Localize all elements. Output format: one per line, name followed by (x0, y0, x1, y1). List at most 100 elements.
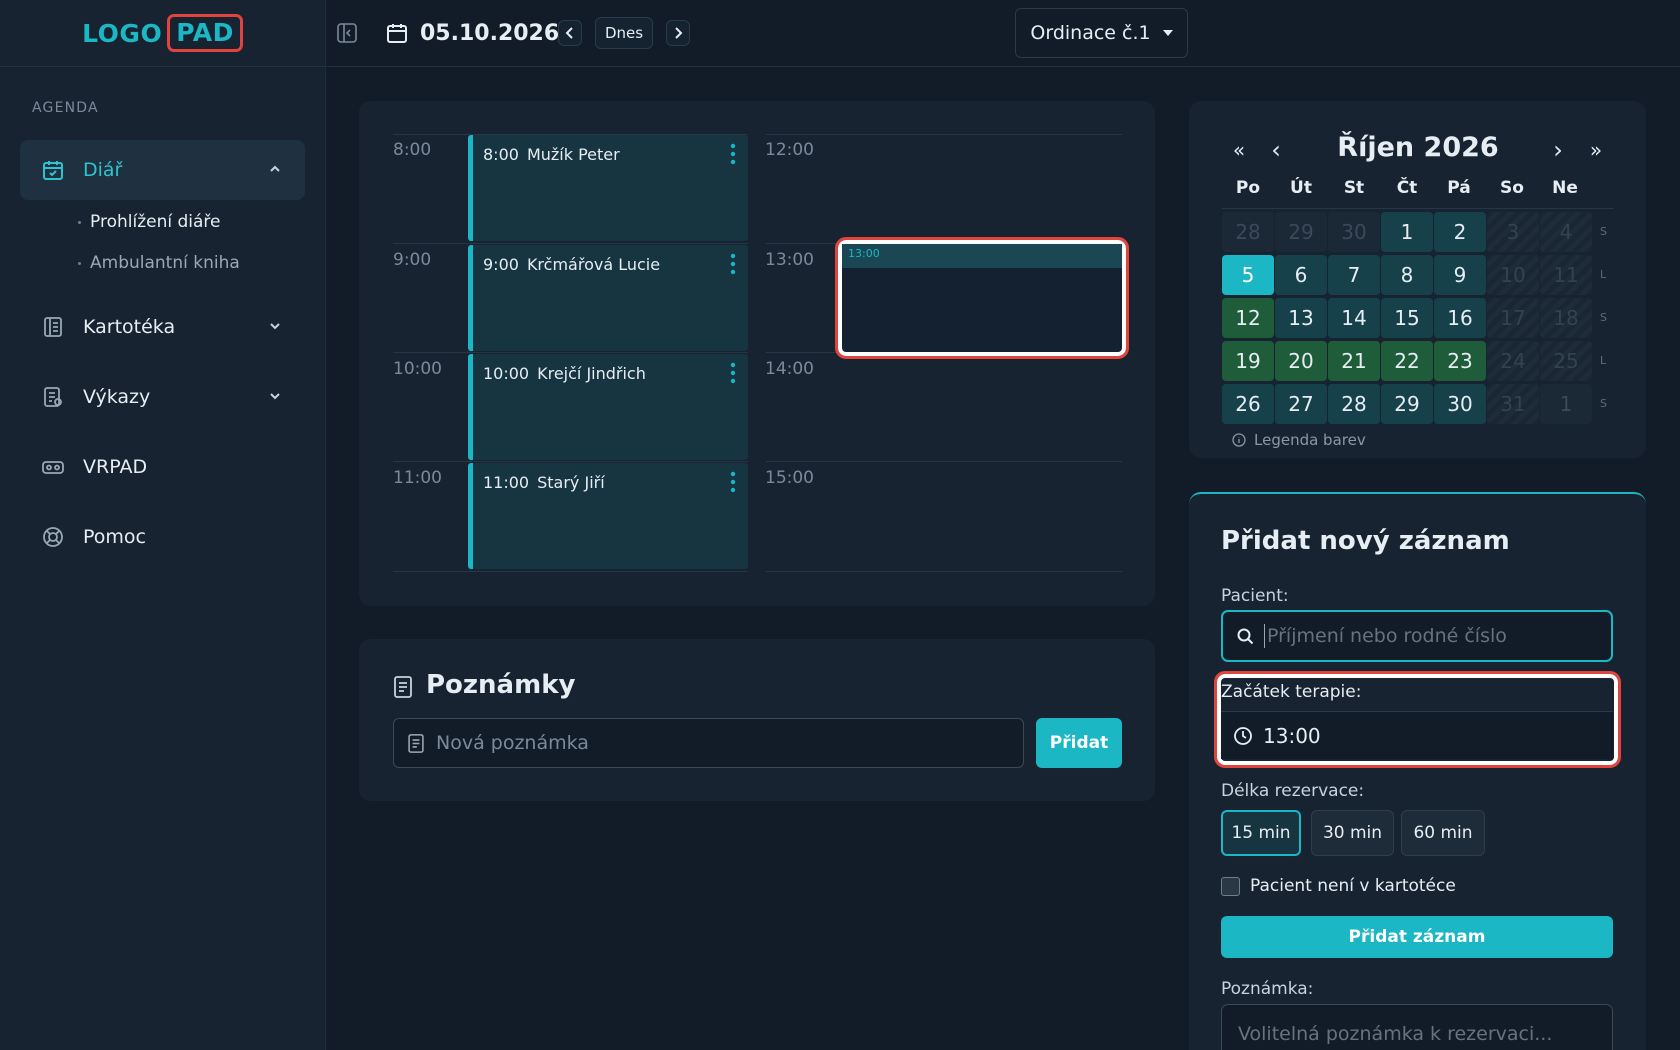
calendar-day[interactable]: 23 (1434, 341, 1486, 381)
prev-year-button[interactable]: « (1227, 137, 1251, 163)
calendar-day[interactable]: 12 (1222, 298, 1274, 338)
slot-divider (766, 571, 1122, 572)
calendar-day[interactable]: 28 (1222, 212, 1274, 252)
calendar-day[interactable]: 11 (1540, 255, 1592, 295)
appointment-card[interactable]: 9:00 Krčmářová Lucie (468, 245, 748, 351)
slot-divider (393, 243, 748, 244)
calendar-day[interactable]: 15 (1381, 298, 1433, 338)
add-record-button[interactable]: Přidat záznam (1221, 916, 1613, 958)
calendar-day[interactable]: 24 (1487, 341, 1539, 381)
start-time-input[interactable]: 13:00 (1221, 711, 1613, 759)
calendar-day[interactable]: 1 (1381, 212, 1433, 252)
sidebar-section-label: AGENDA (32, 100, 99, 116)
patient-label: Pacient: (1221, 586, 1289, 606)
calendar-icon[interactable] (382, 18, 412, 48)
selected-slot-bar (842, 244, 1122, 268)
calendar-day[interactable]: 21 (1328, 341, 1380, 381)
today-button[interactable]: Dnes (595, 17, 653, 49)
week-parity: S (1600, 311, 1607, 324)
appointment-patient: Mužík Peter (526, 145, 620, 164)
reservation-note-textarea[interactable]: Volitelná poznámka k rezervaci... (1221, 1004, 1613, 1050)
calendar-day[interactable]: 3 (1487, 212, 1539, 252)
week-parity: S (1600, 225, 1607, 238)
calendar-day[interactable]: 14 (1328, 298, 1380, 338)
kebab-menu-icon[interactable] (730, 362, 736, 384)
sidebar-item-vrpad[interactable]: VRPAD (20, 437, 305, 497)
kebab-menu-icon[interactable] (730, 143, 736, 165)
calendar-day[interactable]: 29 (1381, 384, 1433, 424)
time-label: 14:00 (765, 359, 814, 379)
book-icon (41, 315, 65, 339)
sidebar-item-vykazy[interactable]: Výkazy (20, 367, 305, 427)
add-note-button[interactable]: Přidat (1036, 718, 1122, 768)
calendar-day[interactable]: 28 (1328, 384, 1380, 424)
prev-month-button[interactable]: ‹ (1264, 136, 1288, 164)
not-in-file-checkbox-row[interactable]: Pacient není v kartotéce (1221, 876, 1456, 896)
calendar-day[interactable]: 16 (1434, 298, 1486, 338)
calendar-day[interactable]: 27 (1275, 384, 1327, 424)
patient-search-input[interactable]: Příjmení nebo rodné číslo (1221, 610, 1613, 662)
calendar-day[interactable]: 8 (1381, 255, 1433, 295)
sidebar-item-pomoc[interactable]: Pomoc (20, 507, 305, 567)
not-in-file-checkbox[interactable] (1221, 876, 1240, 896)
office-select[interactable]: Ordinace č.1 (1015, 8, 1188, 58)
sidebar-subitem-ambulantni[interactable]: Ambulantní kniha (78, 253, 240, 273)
calendar-day[interactable]: 29 (1275, 212, 1327, 252)
calendar-day[interactable]: 20 (1275, 341, 1327, 381)
calendar-day[interactable]: 7 (1328, 255, 1380, 295)
kebab-menu-icon[interactable] (730, 471, 736, 493)
duration-60-button[interactable]: 60 min (1401, 810, 1485, 856)
next-day-button[interactable] (666, 20, 690, 46)
sidebar-subitem-prohlizeni[interactable]: Prohlížení diáře (78, 212, 220, 232)
calendar-day-today[interactable]: 5 (1222, 255, 1274, 295)
sidebar-toggle-icon[interactable] (334, 20, 360, 46)
selected-time-slot[interactable]: 13:00 (835, 237, 1129, 359)
calendar-day[interactable]: 4 (1540, 212, 1592, 252)
appointment-card[interactable]: 11:00 Starý Jiří (468, 463, 748, 569)
kebab-menu-icon[interactable] (730, 253, 736, 275)
calendar-day[interactable]: 22 (1381, 341, 1433, 381)
search-icon (1237, 628, 1254, 644)
appointment-card[interactable]: 8:00 Mužík Peter (468, 135, 748, 241)
sidebar-item-label: VRPAD (83, 456, 148, 478)
appointment-time: 10:00 (483, 364, 530, 383)
calendar-day[interactable]: 13 (1275, 298, 1327, 338)
calendar-divider (1222, 208, 1614, 209)
calendar-day[interactable]: 6 (1275, 255, 1327, 295)
bullet-icon (78, 261, 81, 265)
calendar-day[interactable]: 26 (1222, 384, 1274, 424)
calendar-day[interactable]: 31 (1487, 384, 1539, 424)
time-label: 8:00 (393, 140, 432, 160)
appointment-card[interactable]: 10:00 Krejčí Jindřich (468, 354, 748, 460)
form-title: Přidat nový záznam (1221, 526, 1510, 556)
calendar-day[interactable]: 30 (1434, 384, 1486, 424)
calendar-day[interactable]: 2 (1434, 212, 1486, 252)
note-label: Poznámka: (1221, 979, 1314, 999)
prev-day-button[interactable] (558, 20, 582, 46)
caret-down-icon (1162, 30, 1173, 36)
logo[interactable]: LOGO PAD (82, 14, 243, 52)
calendar-day[interactable]: 18 (1540, 298, 1592, 338)
calendar-day[interactable]: 9 (1434, 255, 1486, 295)
start-time-value: 13:00 (1263, 723, 1321, 748)
sidebar-item-diar[interactable]: Diář (20, 140, 305, 200)
slot-divider (393, 352, 748, 353)
sidebar-item-kartoteka[interactable]: Kartotéka (20, 297, 305, 357)
next-month-button[interactable]: › (1546, 136, 1570, 164)
calendar-day[interactable]: 30 (1328, 212, 1380, 252)
time-label: 10:00 (393, 359, 442, 379)
duration-15-button[interactable]: 15 min (1221, 810, 1301, 856)
calendar-day[interactable]: 19 (1222, 341, 1274, 381)
calendar-day[interactable]: 17 (1487, 298, 1539, 338)
duration-30-button[interactable]: 30 min (1311, 810, 1394, 856)
calendar-day[interactable]: 25 (1540, 341, 1592, 381)
chevron-down-icon (270, 393, 280, 400)
bullet-icon (78, 220, 81, 224)
weekday-header: Čt (1396, 178, 1418, 198)
sidebar-item-label: Kartotéka (83, 316, 176, 338)
next-year-button[interactable]: » (1584, 137, 1608, 163)
new-note-input[interactable]: Nová poznámka (393, 718, 1024, 768)
color-legend-link[interactable]: Legenda barev (1232, 431, 1366, 449)
calendar-day[interactable]: 1 (1540, 384, 1592, 424)
calendar-day[interactable]: 10 (1487, 255, 1539, 295)
